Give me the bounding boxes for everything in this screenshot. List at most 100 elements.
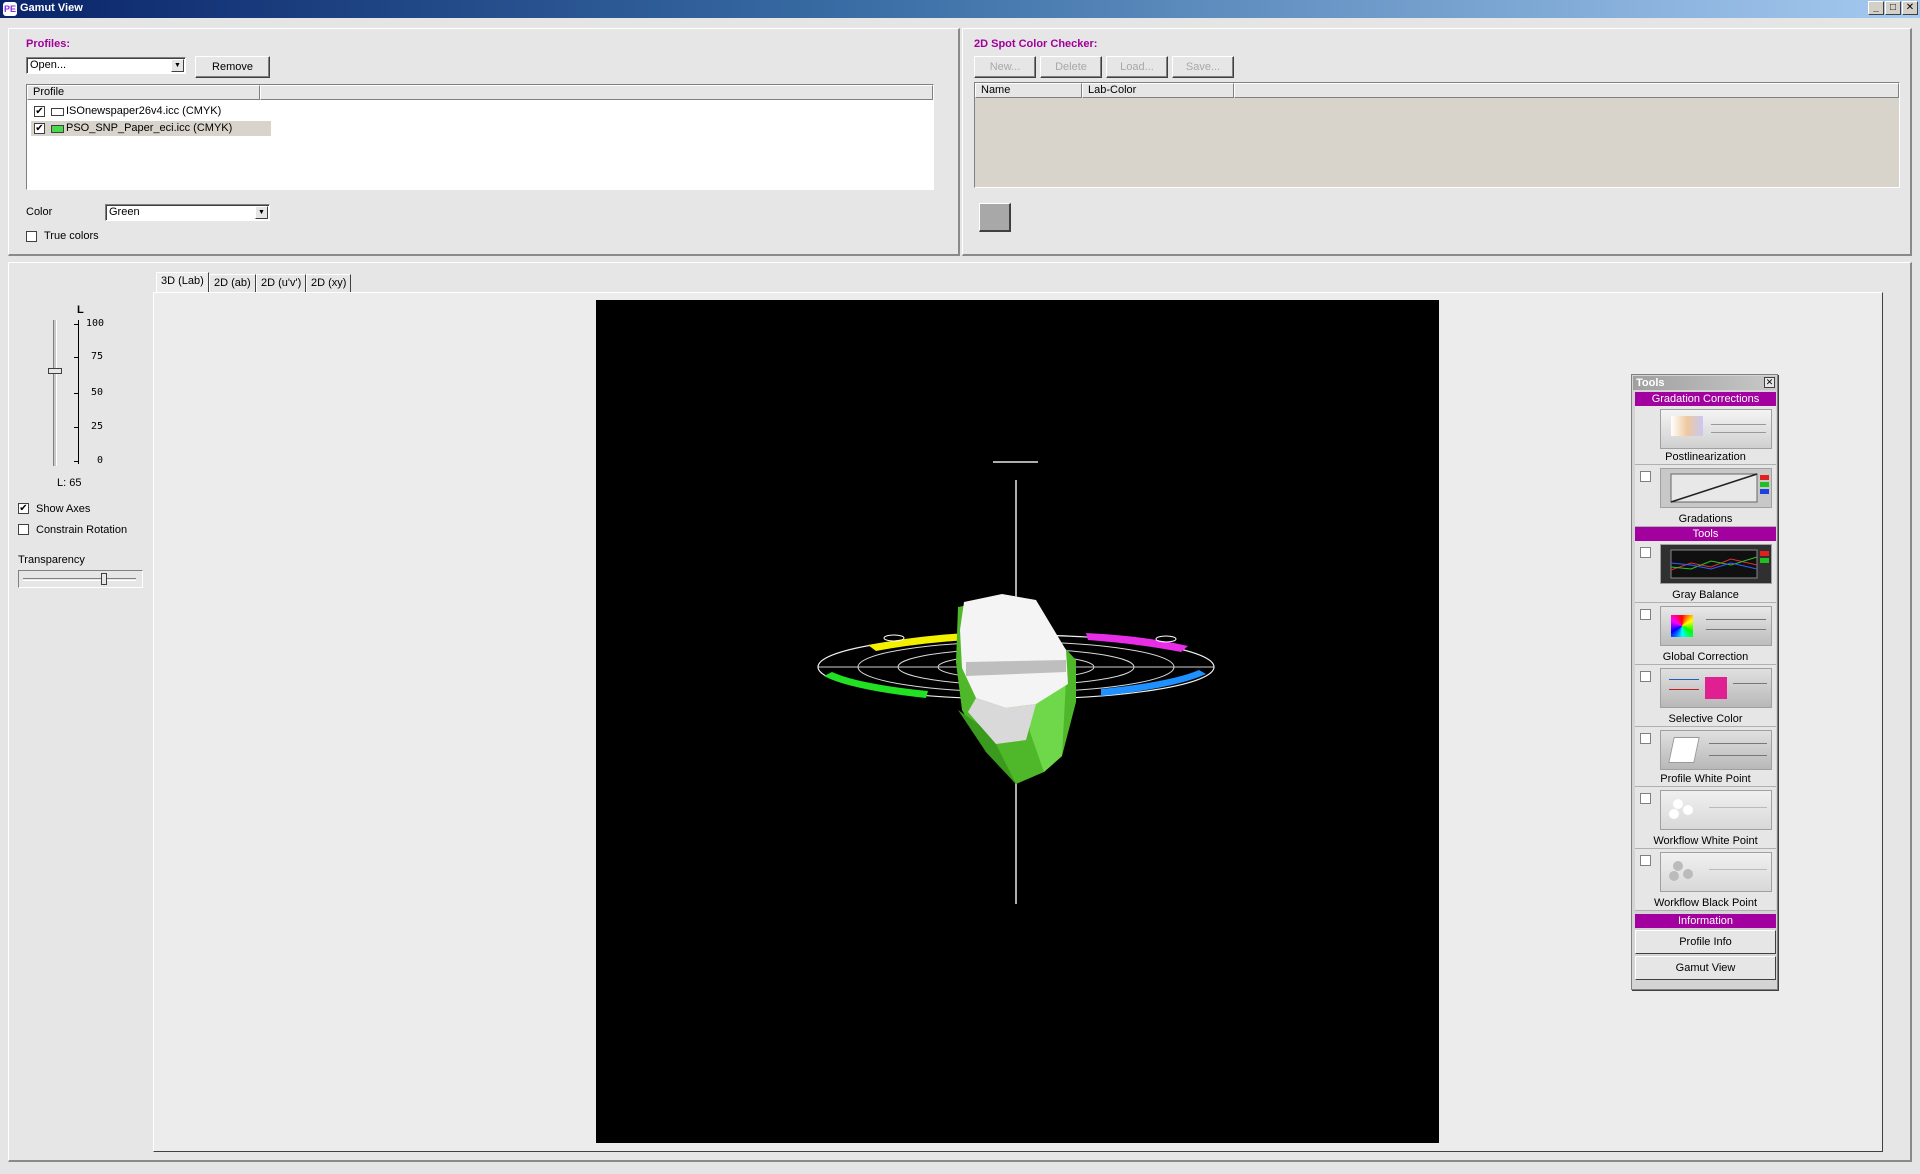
tick-mark	[74, 324, 79, 325]
tool-workflow-white-point[interactable]: Workflow White Point	[1635, 787, 1776, 849]
constrain-rotation-checkbox[interactable]	[18, 524, 29, 535]
category-gradation-corrections: Gradation Corrections	[1635, 392, 1776, 406]
transparency-slider-thumb[interactable]	[101, 573, 107, 585]
new-spot-button[interactable]: New...	[974, 56, 1036, 78]
tool-postlinearization[interactable]: Postlinearization	[1635, 406, 1776, 465]
open-profile-combo[interactable]: Open... ▼	[26, 57, 186, 74]
tool-gray-balance[interactable]: Gray Balance	[1635, 541, 1776, 603]
spot-color-swatch-button[interactable]	[979, 203, 1011, 232]
close-icon[interactable]: ✕	[1764, 377, 1775, 388]
tool-checkbox[interactable]	[1640, 793, 1651, 804]
l-tick-25: 25	[91, 421, 104, 432]
tab-2d-uv[interactable]: 2D (u'v')	[256, 274, 307, 293]
tool-label: Gradations	[1678, 513, 1733, 525]
hue-magenta-band	[1086, 633, 1188, 652]
minimize-button[interactable]: _	[1868, 1, 1884, 15]
color-label: Color	[26, 206, 53, 218]
workflow-white-point-thumbnail	[1660, 790, 1772, 830]
transparency-slider[interactable]	[18, 570, 143, 588]
load-spot-button[interactable]: Load...	[1106, 56, 1168, 78]
tab-2d-xy[interactable]: 2D (xy)	[306, 274, 352, 293]
postlinearization-thumbnail	[1660, 409, 1772, 449]
show-axes-checkbox[interactable]: ✔	[18, 503, 29, 514]
profile-row-selected[interactable]: ✔ PSO_SNP_Paper_eci.icc (CMYK)	[31, 121, 271, 136]
tools-palette-title: Tools	[1633, 376, 1776, 390]
true-colors-checkbox[interactable]	[26, 231, 37, 242]
category-tools: Tools	[1635, 527, 1776, 541]
l-value: L: 65	[57, 477, 82, 489]
tools-palette[interactable]: Tools ✕ Gradation Corrections Postlinear…	[1631, 374, 1778, 990]
spot-color-title: 2D Spot Color Checker:	[974, 38, 1098, 50]
tool-checkbox[interactable]	[1640, 471, 1651, 482]
save-spot-button[interactable]: Save...	[1172, 56, 1234, 78]
tick-mark	[74, 357, 79, 358]
tool-global-correction[interactable]: Global Correction	[1635, 603, 1776, 665]
l-scale-line	[78, 320, 79, 464]
gamut-solid-white	[960, 594, 1068, 708]
window-title: Gamut View	[20, 2, 83, 14]
tick-mark	[74, 461, 79, 462]
remove-button[interactable]: Remove	[195, 56, 270, 78]
tool-profile-white-point[interactable]: Profile White Point	[1635, 727, 1776, 787]
maximize-button[interactable]: □	[1885, 1, 1901, 15]
tool-workflow-black-point[interactable]: Workflow Black Point	[1635, 849, 1776, 911]
tool-label: Postlinearization	[1665, 451, 1746, 463]
tab-2d-ab[interactable]: 2D (ab)	[209, 274, 256, 293]
profiles-title: Profiles:	[26, 38, 71, 50]
tool-checkbox[interactable]	[1640, 855, 1651, 866]
profile-row[interactable]: ✔ ISOnewspaper26v4.icc (CMYK)	[31, 104, 271, 119]
lab-color-column-header[interactable]: Lab-Color	[1082, 83, 1234, 98]
tool-selective-color[interactable]: Selective Color	[1635, 665, 1776, 727]
gamut-view-button[interactable]: Gamut View	[1635, 956, 1776, 980]
show-axes-label: Show Axes	[36, 503, 91, 515]
l-slider-thumb[interactable]	[48, 368, 62, 374]
color-select[interactable]: Green ▼	[105, 204, 270, 221]
tool-label: Workflow Black Point	[1653, 897, 1758, 909]
transparency-label: Transparency	[18, 554, 85, 566]
l-slider-track[interactable]	[53, 320, 57, 466]
gradations-thumbnail	[1660, 468, 1772, 508]
tick-mark	[74, 427, 79, 428]
chevron-down-icon[interactable]: ▼	[255, 206, 268, 219]
global-correction-thumbnail	[1660, 606, 1772, 646]
transparency-slider-track	[23, 578, 136, 581]
l-tick-75: 75	[91, 351, 104, 362]
gray-balance-thumbnail	[1660, 544, 1772, 584]
workflow-black-point-thumbnail	[1660, 852, 1772, 892]
open-profile-combo-value: Open...	[30, 59, 67, 71]
tab-3d-lab[interactable]: 3D (Lab)	[156, 272, 209, 294]
selective-color-thumbnail	[1660, 668, 1772, 708]
tool-gradations[interactable]: Gradations	[1635, 465, 1776, 527]
profile-info-button[interactable]: Profile Info	[1635, 930, 1776, 954]
l-tick-50: 50	[91, 387, 104, 398]
empty-column-header	[1234, 83, 1899, 98]
tool-checkbox[interactable]	[1640, 671, 1651, 682]
spot-color-list[interactable]: Name Lab-Color	[974, 82, 1900, 188]
l-tick-0: 0	[97, 455, 104, 466]
close-button[interactable]: ✕	[1902, 1, 1918, 15]
profile-swatch	[51, 108, 64, 116]
profile-column-header[interactable]: Profile	[27, 85, 260, 100]
l-slider-title: L	[77, 304, 84, 316]
plane-marker	[883, 634, 905, 642]
tool-label: Workflow White Point	[1653, 835, 1758, 847]
profile-checkbox[interactable]: ✔	[34, 106, 45, 117]
title-bar: PE Gamut View _ □ ✕	[0, 0, 1920, 18]
tool-checkbox[interactable]	[1640, 609, 1651, 620]
tick-mark	[74, 393, 79, 394]
constrain-rotation-label: Constrain Rotation	[36, 524, 128, 536]
3d-gamut-viewport[interactable]	[596, 300, 1439, 1143]
name-column-header[interactable]: Name	[975, 83, 1082, 98]
tool-checkbox[interactable]	[1640, 547, 1651, 558]
profile-name: ISOnewspaper26v4.icc (CMYK)	[66, 105, 222, 117]
profile-list[interactable]: Profile ✔ ISOnewspaper26v4.icc (CMYK) ✔ …	[26, 84, 934, 190]
chevron-down-icon[interactable]: ▼	[171, 59, 184, 72]
category-information: Information	[1635, 914, 1776, 928]
delete-spot-button[interactable]: Delete	[1040, 56, 1102, 78]
tool-checkbox[interactable]	[1640, 733, 1651, 744]
profile-checkbox[interactable]: ✔	[34, 123, 45, 134]
l-tick-100: 100	[86, 318, 105, 329]
true-colors-label: True colors	[44, 230, 99, 242]
hue-yellow-band	[868, 633, 968, 651]
tool-label: Global Correction	[1662, 651, 1749, 663]
